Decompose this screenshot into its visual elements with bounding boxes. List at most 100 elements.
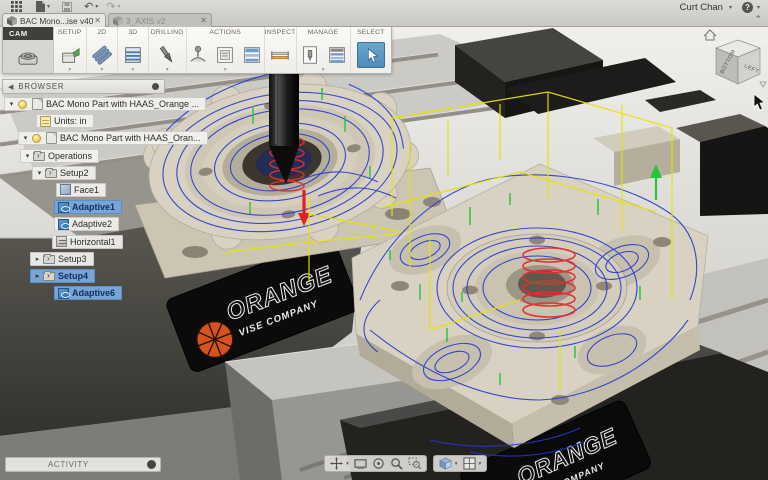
save-icon[interactable] [62,2,72,12]
3d-adaptive-icon[interactable] [121,43,145,67]
ribbon-group-drilling: DRILLING ▾ [149,27,187,73]
home-icon[interactable] [704,30,716,40]
tab-document-1[interactable]: BAC Mono...ise v40* ✕ [2,13,106,27]
navigation-bar: ▾ ▾ ▾ [324,455,487,472]
tree-item-root-document[interactable]: ▾ BAC Mono Part with HAAS_Orange ... [2,97,202,111]
group-label: INSPECT [265,29,296,37]
workspace-switcher[interactable]: CAM [3,27,54,73]
user-menu[interactable]: Curt Chan ▾ [680,2,732,13]
document-cube-icon [7,16,17,26]
zoom-window-icon[interactable] [408,457,421,470]
help-caret-icon: ▾ [757,4,760,11]
file-icon[interactable]: ▾ [36,1,50,12]
tree-item-setup2[interactable]: ▾ Setup2 [2,166,202,180]
disclosure-triangle[interactable]: ▾ [35,169,44,177]
visibility-bulb-icon[interactable] [18,100,27,109]
display-caret-icon[interactable]: ▾ [455,461,458,467]
undo-icon[interactable]: ↶▾ [84,2,98,12]
viewports-icon[interactable] [463,457,476,470]
activity-status-icon[interactable] [147,460,156,469]
zoom-icon[interactable] [390,457,403,470]
drill-icon[interactable] [155,43,179,67]
setup-icon [43,272,55,281]
group-label: DRILLING [151,29,184,37]
undo-caret-icon[interactable]: ▾ [95,2,98,12]
measure-icon[interactable] [268,43,292,67]
browser-collapse-icon[interactable]: ◀ [8,83,13,91]
tab-close-icon[interactable]: ✕ [94,16,101,25]
tree-item-operations[interactable]: ▾ Operations [2,149,202,163]
ribbon-group-manage: MANAGE ▾ [297,27,351,73]
help-menu[interactable]: ? ▾ [742,2,760,13]
group-caret-icon[interactable]: ▾ [68,68,71,73]
post-process-icon[interactable] [213,43,237,67]
tree-item-adaptive1[interactable]: Adaptive1 [2,200,202,214]
browser-title: BROWSER [18,82,152,91]
browser-display-dot-icon[interactable] [152,83,159,90]
group-caret-icon[interactable]: ▾ [224,68,227,73]
viewcube-flyout-arrow[interactable] [760,82,766,87]
adaptive-operation-icon [58,202,69,213]
fit-icon[interactable] [354,458,367,469]
tree-item-setup4[interactable]: ▸ Setup4 [2,269,202,283]
2d-pocket-icon[interactable] [90,43,114,67]
disclosure-triangle[interactable]: ▾ [21,134,30,142]
viewports-caret-icon[interactable]: ▾ [479,461,482,467]
ribbon-group-inspect: INSPECT [265,27,297,73]
tree-item-face1[interactable]: Face1 [2,183,202,197]
tree-item-setup3[interactable]: ▸ Setup3 [2,252,202,266]
browser-header[interactable]: ◀ BROWSER [2,79,165,94]
pan-caret-icon[interactable]: ▾ [346,461,349,467]
group-caret-icon[interactable]: ▾ [166,68,169,73]
task-manager-icon[interactable] [325,43,349,67]
ribbon-group-select: SELECT [351,27,391,73]
browser-panel: ◀ BROWSER ▾ BAC Mono Part with HAAS_Oran… [2,79,202,303]
group-caret-icon[interactable]: ▾ [100,68,103,73]
visibility-bulb-icon[interactable] [32,134,41,143]
tree-item-adaptive2[interactable]: Adaptive2 [2,217,202,231]
nav-group-display: ▾ ▾ [433,455,488,472]
activity-label: ACTIVITY [48,460,147,469]
toolbar-collapse-chevron[interactable]: ⌃ [754,14,762,25]
app-grid-icon[interactable] [11,1,22,12]
pan-icon[interactable] [330,457,343,470]
mouse-cursor [753,94,767,112]
tool-library-icon[interactable] [298,43,322,67]
user-caret-icon: ▾ [729,4,732,11]
tree-item-adaptive6[interactable]: Adaptive6 [2,286,202,300]
disclosure-triangle[interactable]: ▾ [7,100,16,108]
adaptive-operation-icon [58,219,69,230]
tree-item-component[interactable]: ▾ BAC Mono Part with HAAS_Oran... [2,131,202,145]
tab-document-2[interactable]: 3_AXIS v2 ✕ [108,13,212,27]
tree-item-units[interactable]: Units: in [2,114,202,128]
tree-item-horizontal1[interactable]: Horizontal1 [2,235,202,249]
help-icon: ? [742,2,753,13]
redo-icon[interactable]: ↷▾ [106,2,120,12]
view-cube[interactable]: BOTTOM LEFT [698,24,768,94]
setup-icon [43,255,55,264]
title-bar: ▾ ↶▾ ↷▾ Curt Chan ▾ ? ▾ BAC Mono...ise v… [0,0,768,27]
file-caret-icon[interactable]: ▾ [47,2,50,12]
display-settings-icon[interactable] [439,457,452,470]
fusion360-window: ORANGE VISE COMPANY [0,0,768,480]
disclosure-triangle[interactable]: ▸ [33,272,42,280]
new-setup-icon[interactable] [58,43,82,67]
disclosure-triangle[interactable]: ▾ [23,152,32,160]
tab-label: BAC Mono...ise v40* [20,16,94,26]
disclosure-triangle[interactable]: ▸ [33,255,42,263]
workspace-label: CAM [3,27,53,40]
tab-close-icon[interactable]: ✕ [200,16,207,25]
redo-caret-icon[interactable]: ▾ [117,2,120,12]
simulate-icon[interactable] [186,43,210,67]
select-icon[interactable] [357,42,385,68]
horizontal-operation-icon [56,236,67,247]
quick-access-toolbar: ▾ ↶▾ ↷▾ [0,0,768,13]
group-caret-icon[interactable]: ▾ [131,68,134,73]
ribbon-group-3d: 3D ▾ [118,27,149,73]
document-tabs: BAC Mono...ise v40* ✕ 3_AXIS v2 ✕ [2,13,214,27]
activity-bar[interactable]: ACTIVITY [5,457,161,472]
orbit-icon[interactable] [372,457,385,470]
group-caret-icon[interactable]: ▾ [322,68,325,73]
setup-sheet-icon[interactable] [240,43,264,67]
nav-group-camera: ▾ [324,455,427,472]
